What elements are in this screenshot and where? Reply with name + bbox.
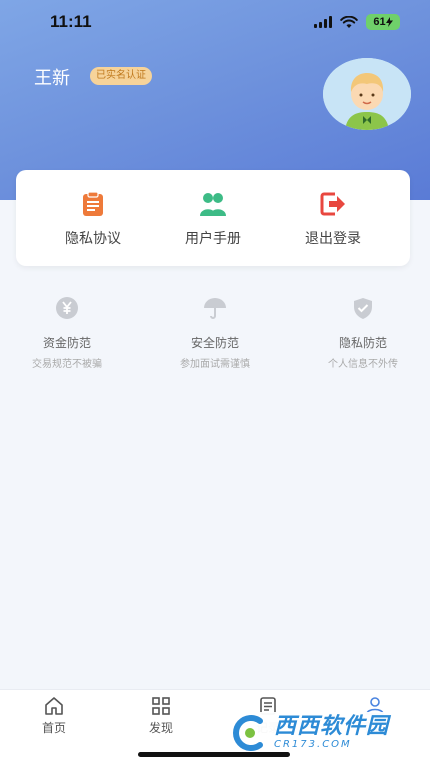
clipboard-icon (83, 191, 103, 216)
tip-personal-safety: 安全防范 参加面试需谨慎 (145, 296, 285, 370)
battery-indicator: 61 (366, 14, 400, 30)
user-manual-label: 用户手册 (185, 231, 241, 247)
user-name: 王新 (34, 68, 70, 89)
wifi-icon (340, 15, 358, 28)
yuan-coin-icon (56, 297, 78, 319)
logout-icon (320, 192, 345, 216)
quick-actions-card: 隐私协议 用户手册 退出登录 (16, 170, 410, 266)
status-bar: 11:11 61 (0, 0, 430, 46)
tip-personal-title: 安全防范 (190, 336, 239, 350)
tip-privacy-subtitle: 个人信息不外传 (328, 359, 398, 370)
user-manual-button[interactable]: 用户手册 (153, 190, 273, 248)
tip-fund-title: 资金防范 (42, 336, 91, 350)
charging-bolt-icon (385, 17, 393, 27)
watermark-main: 西西软件园 (274, 714, 390, 739)
status-indicators: 61 (314, 14, 400, 30)
cartoon-person-avatar-icon (323, 58, 411, 130)
watermark-sub: CR173.COM (274, 739, 352, 750)
tab-home-label: 首页 (41, 721, 66, 735)
users-icon (200, 193, 226, 216)
status-time: 11:11 (50, 12, 92, 31)
battery-level: 61 (373, 16, 386, 28)
cr173-logo-icon (233, 715, 263, 751)
privacy-agreement-button[interactable]: 隐私协议 (33, 190, 153, 248)
home-indicator (138, 752, 290, 757)
shield-check-icon (354, 298, 372, 319)
logout-button[interactable]: 退出登录 (273, 190, 393, 248)
avatar[interactable] (323, 58, 411, 130)
site-watermark: 西西软件园 CR173.COM (230, 712, 412, 754)
grid-icon (152, 697, 170, 715)
safety-tips: 资金防范 交易规范不被骗 安全防范 参加面试需谨慎 隐私防范 个人信息不外传 (0, 296, 430, 376)
verified-badge: 已实名认证 (90, 67, 152, 85)
tip-fund-subtitle: 交易规范不被骗 (32, 359, 102, 370)
privacy-agreement-label: 隐私协议 (65, 231, 121, 247)
home-icon (45, 697, 63, 715)
tip-privacy-title: 隐私防范 (338, 336, 387, 350)
cellular-signal-icon (314, 16, 332, 28)
tab-discover[interactable]: 发现 (107, 696, 215, 736)
tip-personal-subtitle: 参加面试需谨慎 (180, 359, 250, 370)
logout-label: 退出登录 (305, 231, 361, 247)
tip-privacy-safety: 隐私防范 个人信息不外传 (293, 296, 430, 370)
watermark-text: 西西软件园 CR173.COM (274, 715, 389, 751)
umbrella-icon (204, 298, 226, 319)
tab-home[interactable]: 首页 (0, 696, 108, 736)
tab-discover-label: 发现 (148, 721, 173, 735)
tip-fund-safety: 资金防范 交易规范不被骗 (0, 296, 137, 370)
